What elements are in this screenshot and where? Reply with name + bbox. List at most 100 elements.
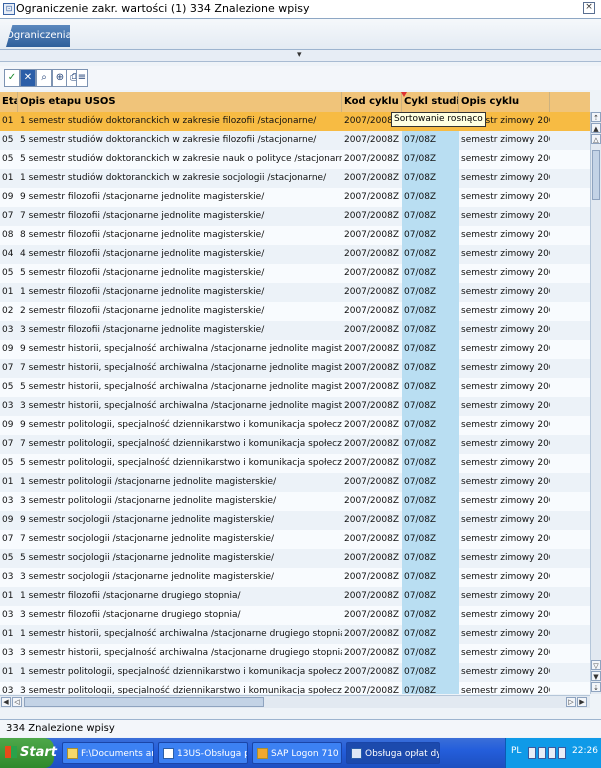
table-row[interactable]: 01 1 semestr historii, specjalność archiw… bbox=[0, 625, 590, 644]
scroll-left-icon[interactable]: ◀ bbox=[1, 697, 11, 707]
table-row[interactable]: 01 1 semestr filozofii /stacjonarne jedno… bbox=[0, 283, 590, 302]
network-icon[interactable] bbox=[538, 747, 546, 759]
volume-icon[interactable] bbox=[548, 747, 556, 759]
cell-opis-etapu: 9 semestr historii, specjalność archiwal… bbox=[20, 344, 342, 354]
page-down-icon[interactable]: ▽ bbox=[591, 660, 601, 670]
cell-opis-etapu: 9 semestr filozofii /stacjonarne jednoli… bbox=[20, 192, 265, 202]
cell-opis-etapu: 7 semestr historii, specjalność archiwal… bbox=[20, 363, 342, 373]
cell-kod-cyklu: 2007/2008Z bbox=[344, 287, 400, 297]
table-row[interactable]: 08 8 semestr filozofii /stacjonarne jedno… bbox=[0, 226, 590, 245]
table-row[interactable]: 02 2 semestr filozofii /stacjonarne jedno… bbox=[0, 302, 590, 321]
cell-kod-cyklu: 2007/2008Z bbox=[344, 344, 400, 354]
cell-opis-cyklu: semestr zimowy 2007/2008 bbox=[461, 173, 550, 183]
cell-cykl-studiowan: 07/08Z bbox=[402, 150, 459, 169]
table-row[interactable]: 09 9 semestr politologii, specjalność dzi… bbox=[0, 416, 590, 435]
table-row[interactable]: 09 9 semestr socjologii /stacjonarne jedn… bbox=[0, 511, 590, 530]
table-row[interactable]: 03 3 semestr historii, specjalność archiw… bbox=[0, 397, 590, 416]
table-row[interactable]: 05 5 semestr filozofii /stacjonarne jedno… bbox=[0, 264, 590, 283]
cell-opis-cyklu: semestr zimowy 2007/2008 bbox=[461, 344, 550, 354]
task-sap-logon[interactable]: SAP Logon 710 bbox=[252, 742, 342, 764]
system-tray: PL 22:26 bbox=[505, 738, 601, 768]
table-row[interactable]: 04 4 semestr filozofii /stacjonarne jedno… bbox=[0, 245, 590, 264]
header-opis-cyklu[interactable]: Opis cyklu bbox=[459, 92, 550, 112]
cell-cykl-studiowan: 07/08Z bbox=[402, 321, 459, 340]
header-opis-etapu[interactable]: Opis etapu USOS bbox=[18, 92, 342, 112]
table-row[interactable]: 09 9 semestr historii, specjalność archiw… bbox=[0, 340, 590, 359]
cell-opis-cyklu: semestr zimowy 2007/2008 bbox=[461, 648, 550, 658]
table-row[interactable]: 01 1 semestr filozofii /stacjonarne drugi… bbox=[0, 587, 590, 606]
security-icon[interactable] bbox=[558, 747, 566, 759]
cell-opis-etapu: 8 semestr filozofii /stacjonarne jednoli… bbox=[20, 230, 265, 240]
cell-etap: 08 bbox=[2, 230, 14, 240]
table-row[interactable]: 01 1 semestr studiów doktoranckich w zakr… bbox=[0, 112, 590, 131]
cell-opis-etapu: 3 semestr historii, specjalność archiwal… bbox=[20, 648, 342, 658]
cell-opis-cyklu: semestr zimowy 2007/2008 bbox=[461, 420, 550, 430]
start-button[interactable]: Start bbox=[0, 738, 57, 768]
list-icon[interactable]: ≡ bbox=[76, 69, 88, 87]
scrollbar-thumb[interactable] bbox=[592, 150, 600, 200]
tray-arrow-icon[interactable] bbox=[528, 747, 536, 759]
toolbar: ✓ ✕ ⌕ ⊕ ⎙ ≡ bbox=[0, 66, 601, 90]
scroll-left-page-icon[interactable]: ◁ bbox=[12, 697, 22, 707]
table-row[interactable]: 05 5 semestr historii, specjalność archiw… bbox=[0, 378, 590, 397]
table-row[interactable]: 03 3 semestr politologii /stacjonarne jed… bbox=[0, 492, 590, 511]
scroll-down-icon[interactable]: ▼ bbox=[591, 671, 601, 681]
language-indicator[interactable]: PL bbox=[511, 746, 521, 756]
cell-cykl-studiowan: 07/08Z bbox=[402, 549, 459, 568]
table-row[interactable]: 03 3 semestr historii, specjalność archiw… bbox=[0, 644, 590, 663]
table-row[interactable]: 09 9 semestr filozofii /stacjonarne jedno… bbox=[0, 188, 590, 207]
table-row[interactable]: 01 1 semestr politologii /stacjonarne jed… bbox=[0, 473, 590, 492]
table-row[interactable]: 01 1 semestr politologii, specjalność dzi… bbox=[0, 663, 590, 682]
close-button[interactable]: × bbox=[583, 2, 595, 14]
task-explorer[interactable]: F:\Documents and Se... bbox=[62, 742, 154, 764]
task-word[interactable]: 13US-Obsługa płatno... bbox=[158, 742, 248, 764]
cell-opis-cyklu: semestr zimowy 2007/2008 bbox=[461, 496, 550, 506]
tab-ograniczenia[interactable]: Ograniczenia bbox=[6, 25, 70, 47]
header-cykl-studiowan[interactable]: Cykl studiowan bbox=[402, 92, 459, 112]
hscroll-thumb[interactable] bbox=[24, 697, 264, 707]
table-row[interactable]: 03 3 semestr filozofii /stacjonarne jedno… bbox=[0, 321, 590, 340]
horizontal-scrollbar[interactable]: ◀ ◁ ▷ ▶ bbox=[0, 695, 590, 708]
table-row[interactable]: 03 3 semestr politologii, specjalność dzi… bbox=[0, 682, 590, 694]
cell-etap: 05 bbox=[2, 458, 14, 468]
cell-opis-cyklu: semestr zimowy 2007/2008 bbox=[461, 135, 550, 145]
table-row[interactable]: 05 5 semestr studiów doktoranckich w zakr… bbox=[0, 131, 590, 150]
cell-etap: 09 bbox=[2, 515, 14, 525]
window-icon: ⊡ bbox=[3, 3, 15, 15]
collapse-icon[interactable]: ▾ bbox=[297, 50, 302, 61]
table-row[interactable]: 03 3 semestr filozofii /stacjonarne drugi… bbox=[0, 606, 590, 625]
cell-kod-cyklu: 2007/2008Z bbox=[344, 211, 400, 221]
task-sap-window[interactable]: Obsługa opłat dydakt... bbox=[346, 742, 440, 764]
cell-cykl-studiowan: 07/08Z bbox=[402, 340, 459, 359]
table-row[interactable]: 07 7 semestr socjologii /stacjonarne jedn… bbox=[0, 530, 590, 549]
scroll-right-page-icon[interactable]: ▷ bbox=[566, 697, 576, 707]
cell-kod-cyklu: 2007/2008Z bbox=[344, 686, 400, 694]
find-icon[interactable]: ⌕ bbox=[36, 69, 52, 87]
scroll-bottom-icon[interactable]: ⇣ bbox=[591, 682, 601, 692]
check-icon[interactable]: ✓ bbox=[4, 69, 20, 87]
sap-icon bbox=[257, 748, 268, 759]
table-row[interactable]: 05 5 semestr studiów doktoranckich w zakr… bbox=[0, 150, 590, 169]
vertical-scrollbar[interactable]: ⇡ ▲ △ ▽ ▼ ⇣ bbox=[590, 112, 601, 694]
cell-kod-cyklu: 2007/2008Z bbox=[344, 192, 400, 202]
scroll-right-icon[interactable]: ▶ bbox=[577, 697, 587, 707]
status-bar: 334 Znalezione wpisy bbox=[0, 719, 601, 737]
cancel-icon[interactable]: ✕ bbox=[20, 69, 36, 87]
table-row[interactable]: 03 3 semestr socjologii /stacjonarne jedn… bbox=[0, 568, 590, 587]
table-row[interactable]: 01 1 semestr studiów doktoranckich w zakr… bbox=[0, 169, 590, 188]
table-row[interactable]: 05 5 semestr politologii, specjalność dzi… bbox=[0, 454, 590, 473]
cell-opis-etapu: 9 semestr politologii, specjalność dzien… bbox=[20, 420, 342, 430]
page-up-icon[interactable]: △ bbox=[591, 134, 601, 144]
header-kod-cyklu[interactable]: Kod cyklu US bbox=[342, 92, 402, 112]
table-row[interactable]: 05 5 semestr socjologii /stacjonarne jedn… bbox=[0, 549, 590, 568]
table-row[interactable]: 07 7 semestr politologii, specjalność dzi… bbox=[0, 435, 590, 454]
cell-cykl-studiowan: 07/08Z bbox=[402, 568, 459, 587]
collapse-bar[interactable]: ▾ bbox=[0, 50, 601, 62]
header-etap[interactable]: Etap bbox=[0, 92, 18, 112]
scroll-up-icon[interactable]: ▲ bbox=[591, 123, 601, 133]
cell-opis-etapu: 5 semestr studiów doktoranckich w zakres… bbox=[20, 154, 342, 164]
table-row[interactable]: 07 7 semestr filozofii /stacjonarne jedno… bbox=[0, 207, 590, 226]
scroll-top-icon[interactable]: ⇡ bbox=[591, 112, 601, 122]
table-row[interactable]: 07 7 semestr historii, specjalność archiw… bbox=[0, 359, 590, 378]
cell-etap: 03 bbox=[2, 686, 14, 694]
